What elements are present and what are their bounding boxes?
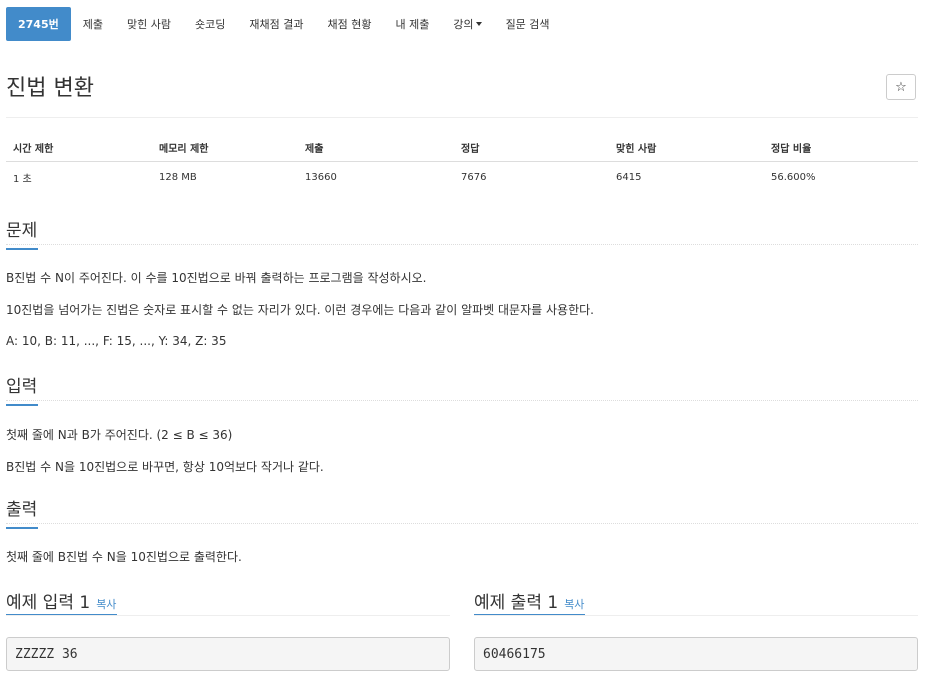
tab-label: 숏코딩 — [194, 18, 226, 31]
input-line: B진법 수 N을 10진법으로 바꾸면, 항상 10억보다 작거나 같다. — [6, 460, 324, 474]
sample-input-box[interactable]: ZZZZZ 36 — [6, 637, 450, 671]
header-submissions: 제출 — [298, 134, 454, 162]
heading-underline — [6, 527, 38, 529]
header-solved-users: 맞힌 사람 — [609, 134, 764, 162]
memory-limit-value: 128 MB — [159, 171, 197, 183]
output-heading: 출력 — [6, 495, 38, 529]
heading-underline — [6, 248, 38, 250]
input-heading: 입력 — [6, 372, 38, 406]
tab-rejudge-results[interactable]: 재채점 결과 — [237, 7, 315, 41]
section-divider — [6, 523, 918, 524]
tab-label: 채점 현황 — [327, 18, 372, 31]
tab-label: 2745번 — [18, 18, 59, 31]
section-title: 출력 — [6, 500, 38, 520]
tab-label: 제출 — [82, 18, 103, 31]
tab-submit[interactable]: 제출 — [71, 7, 115, 41]
table-header-row: 시간 제한 메모리 제한 제출 정답 맞힌 사람 정답 비율 — [6, 134, 918, 162]
sample-input-title: 예제 입력 1 — [6, 593, 91, 613]
section-divider — [6, 244, 918, 245]
tab-judge-status[interactable]: 채점 현황 — [315, 7, 383, 41]
sample-output-box[interactable]: 60466175 — [474, 637, 918, 671]
heading-underline — [6, 404, 38, 406]
section-divider — [474, 615, 918, 616]
problem-menu-tabs: 2745번 제출 맞힌 사람 숏코딩 재채점 결과 채점 현황 내 제출 강의 … — [6, 7, 562, 41]
tab-problem[interactable]: 2745번 — [6, 7, 71, 41]
time-limit-value: 1 초 — [13, 173, 32, 185]
header-accepted: 정답 — [454, 134, 609, 162]
submissions-value: 13660 — [305, 171, 337, 183]
header-memory-limit: 메모리 제한 — [152, 134, 298, 162]
tab-label: 내 제출 — [395, 18, 430, 31]
sample-input-content: ZZZZZ 36 — [15, 646, 78, 662]
section-title: 입력 — [6, 377, 38, 397]
star-icon: ☆ — [895, 79, 907, 95]
favorite-button[interactable]: ☆ — [886, 74, 916, 100]
tab-short-coding[interactable]: 숏코딩 — [183, 7, 237, 41]
section-title: 문제 — [6, 221, 38, 241]
problem-title: 진법 변환 — [6, 76, 94, 101]
section-divider — [6, 400, 918, 401]
problem-info-table: 시간 제한 메모리 제한 제출 정답 맞힌 사람 정답 비율 1 초 128 M… — [6, 134, 918, 192]
table-row: 1 초 128 MB 13660 7676 6415 56.600% — [6, 162, 918, 193]
tab-lectures-dropdown[interactable]: 강의 — [441, 7, 493, 41]
description-line: B진법 수 N이 주어진다. 이 수를 10진법으로 바꿔 출력하는 프로그램을… — [6, 271, 427, 285]
title-divider — [6, 117, 918, 118]
description-heading: 문제 — [6, 216, 38, 250]
tab-label: 질문 검색 — [505, 18, 550, 31]
solved-users-value: 6415 — [616, 171, 642, 183]
copy-sample-output-button[interactable]: 복사 — [564, 598, 584, 611]
sample-input-heading: 예제 입력 1 복사 — [6, 588, 116, 613]
caret-down-icon — [475, 22, 482, 26]
tab-label: 강의 — [453, 18, 474, 31]
copy-sample-input-button[interactable]: 복사 — [96, 598, 116, 611]
sample-output-content: 60466175 — [483, 646, 546, 662]
sample-output-title: 예제 출력 1 — [474, 593, 559, 613]
output-line: 첫째 줄에 B진법 수 N을 10진법으로 출력한다. — [6, 550, 242, 564]
sample-output-heading: 예제 출력 1 복사 — [474, 588, 584, 613]
tab-my-submissions[interactable]: 내 제출 — [383, 7, 441, 41]
header-time-limit: 시간 제한 — [6, 134, 152, 162]
accept-ratio-value: 56.600% — [771, 171, 816, 183]
section-divider — [6, 615, 450, 616]
description-line: A: 10, B: 11, ..., F: 15, ..., Y: 34, Z:… — [6, 334, 227, 348]
tab-label: 재채점 결과 — [249, 18, 304, 31]
tab-question-search[interactable]: 질문 검색 — [494, 7, 562, 41]
tab-label: 맞힌 사람 — [127, 18, 171, 31]
header-accept-ratio: 정답 비율 — [764, 134, 918, 162]
description-line: 10진법을 넘어가는 진법은 숫자로 표시할 수 없는 자리가 있다. 이런 경… — [6, 303, 594, 317]
input-line: 첫째 줄에 N과 B가 주어진다. (2 ≤ B ≤ 36) — [6, 428, 233, 442]
tab-solved-users[interactable]: 맞힌 사람 — [115, 7, 183, 41]
accepted-value: 7676 — [461, 171, 487, 183]
